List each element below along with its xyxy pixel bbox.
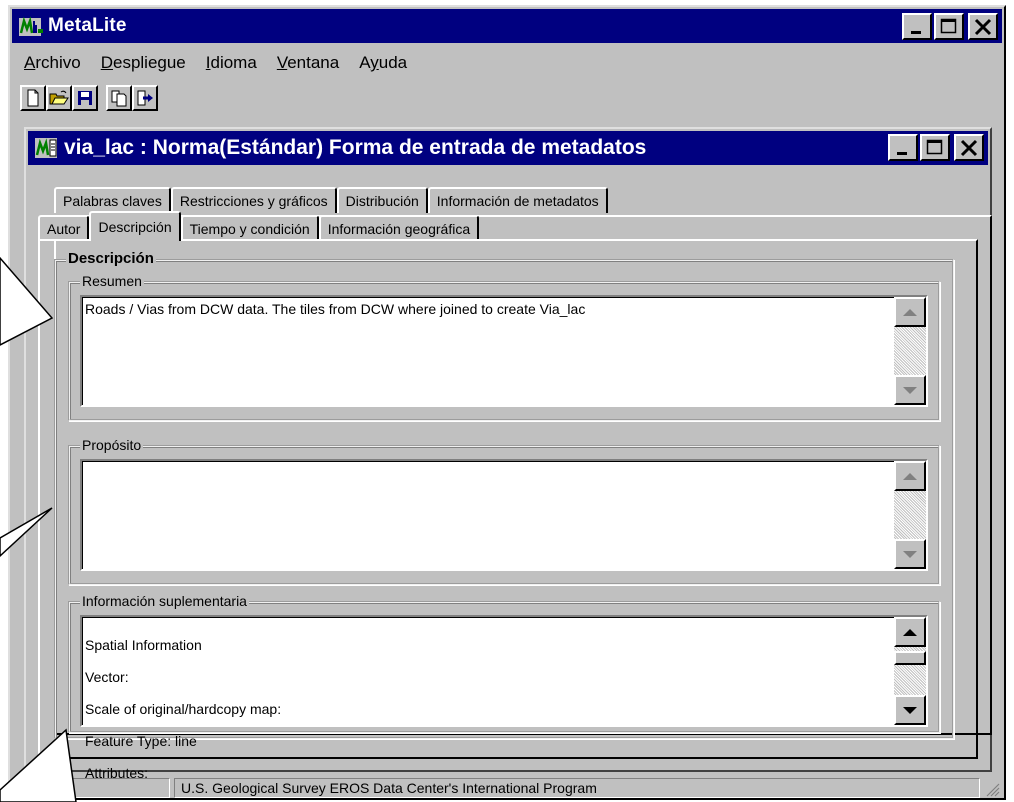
menubar: Archivo Despliegue Idioma Ventana Ayuda <box>14 51 417 75</box>
app-title: MetaLite <box>48 15 127 36</box>
tab-autor[interactable]: Autor <box>38 215 90 241</box>
scroll-down-button[interactable] <box>894 375 926 405</box>
arrow-up-icon <box>903 472 917 480</box>
open-icon <box>49 90 69 105</box>
suplementaria-line: Spatial Information <box>85 637 202 653</box>
new-icon <box>27 89 39 107</box>
menu-archivo[interactable]: Archivo <box>14 51 91 75</box>
minimize-button[interactable] <box>902 13 932 40</box>
arrow-up-icon <box>903 628 917 636</box>
suplementaria-label: Información suplementaria <box>80 593 249 609</box>
resumen-textarea[interactable]: Roads / Vias from DCW data. The tiles fr… <box>80 295 928 407</box>
metalite-doc-icon <box>35 138 57 158</box>
copy-button[interactable] <box>106 85 132 111</box>
suplementaria-textarea[interactable]: Spatial Information Vector: Scale of ori… <box>80 615 928 781</box>
scroll-thumb[interactable] <box>894 651 926 665</box>
close-icon <box>974 18 992 35</box>
export-icon <box>137 90 153 106</box>
metalite-logo-icon <box>19 16 43 36</box>
form-minimize-button[interactable] <box>888 134 918 161</box>
proposito-textarea[interactable] <box>80 459 928 571</box>
close-icon <box>960 139 978 156</box>
tab-descripcion[interactable]: Descripción <box>89 211 181 241</box>
toolbar <box>20 85 158 111</box>
form-titlebar[interactable]: via_lac : Norma(Estándar) Forma de entra… <box>28 131 988 165</box>
maximize-icon <box>940 18 957 33</box>
tab-tiempo-condicion[interactable]: Tiempo y condición <box>180 215 319 241</box>
proposito-scrollbar[interactable] <box>894 461 926 569</box>
arrow-down-icon <box>903 386 917 394</box>
proposito-label: Propósito <box>80 437 144 453</box>
suplementaria-line: Vector: <box>85 669 129 685</box>
metalite-window: MetaLite Archivo Despliegue Idioma Venta… <box>8 5 1006 800</box>
suplementaria-scrollbar[interactable] <box>894 617 926 725</box>
form-close-button[interactable] <box>954 134 984 161</box>
arrow-down-icon <box>903 550 917 558</box>
menu-ayuda[interactable]: Ayuda <box>349 51 417 75</box>
suplementaria-line: Feature Type: line <box>85 733 197 749</box>
tab-distribucion[interactable]: Distribución <box>336 187 428 213</box>
statusbar: 24/99 U.S. Geological Survey EROS Data C… <box>12 777 1002 799</box>
export-button[interactable] <box>132 85 158 111</box>
maximize-icon <box>926 139 943 154</box>
minimize-icon <box>911 30 921 34</box>
copy-icon <box>111 90 127 107</box>
tab-panel-descripcion: Descripción Resumen Roads / Vias from DC… <box>38 239 978 781</box>
proposito-group: Propósito <box>68 437 940 585</box>
tab-palabras-claves[interactable]: Palabras claves <box>54 187 171 213</box>
app-titlebar[interactable]: MetaLite <box>12 9 1002 43</box>
close-button[interactable] <box>968 13 998 40</box>
suplementaria-line: Scale of original/hardcopy map: <box>85 701 282 717</box>
menu-despliegue[interactable]: Despliegue <box>91 51 196 75</box>
scroll-up-button[interactable] <box>894 297 926 327</box>
resumen-group: Resumen Roads / Vias from DCW data. The … <box>68 273 940 421</box>
scroll-down-button[interactable] <box>894 695 926 725</box>
menu-idioma[interactable]: Idioma <box>196 51 267 75</box>
resumen-text: Roads / Vias from DCW data. The tiles fr… <box>85 301 586 317</box>
tab-informacion-metadatos[interactable]: Información de metadatos <box>427 187 608 213</box>
tab-restricciones-graficos[interactable]: Restricciones y gráficos <box>170 187 337 213</box>
scroll-up-button[interactable] <box>894 461 926 491</box>
new-button[interactable] <box>20 85 46 111</box>
tab-row-back: Palabras claves Restricciones y gráficos… <box>54 187 608 213</box>
descripcion-group-label: Descripción <box>66 250 156 267</box>
save-icon <box>78 91 92 105</box>
status-date: 24/99 <box>20 778 170 798</box>
tab-informacion-geografica[interactable]: Información geográfica <box>318 215 480 241</box>
minimize-icon <box>897 151 907 155</box>
resumen-scrollbar[interactable] <box>894 297 926 405</box>
metadata-form-window: via_lac : Norma(Estándar) Forma de entra… <box>24 127 992 781</box>
scroll-up-button[interactable] <box>894 617 926 647</box>
maximize-button[interactable] <box>934 13 964 40</box>
suplementaria-group: Información suplementaria Spatial Inform… <box>68 593 940 781</box>
arrow-down-icon <box>903 706 917 714</box>
resumen-label: Resumen <box>80 273 144 289</box>
form-maximize-button[interactable] <box>920 134 950 161</box>
form-title: via_lac : Norma(Estándar) Forma de entra… <box>64 136 647 159</box>
arrow-up-icon <box>903 308 917 316</box>
resize-grip-icon[interactable] <box>986 783 1000 797</box>
tab-row-front: Autor Descripción Tiempo y condición Inf… <box>38 211 480 241</box>
descripcion-group: Descripción Resumen Roads / Vias from DC… <box>54 251 954 781</box>
scroll-down-button[interactable] <box>894 539 926 569</box>
menu-ventana[interactable]: Ventana <box>267 51 349 75</box>
save-button[interactable] <box>72 85 98 111</box>
status-text: U.S. Geological Survey EROS Data Center'… <box>174 778 980 798</box>
open-button[interactable] <box>46 85 72 111</box>
